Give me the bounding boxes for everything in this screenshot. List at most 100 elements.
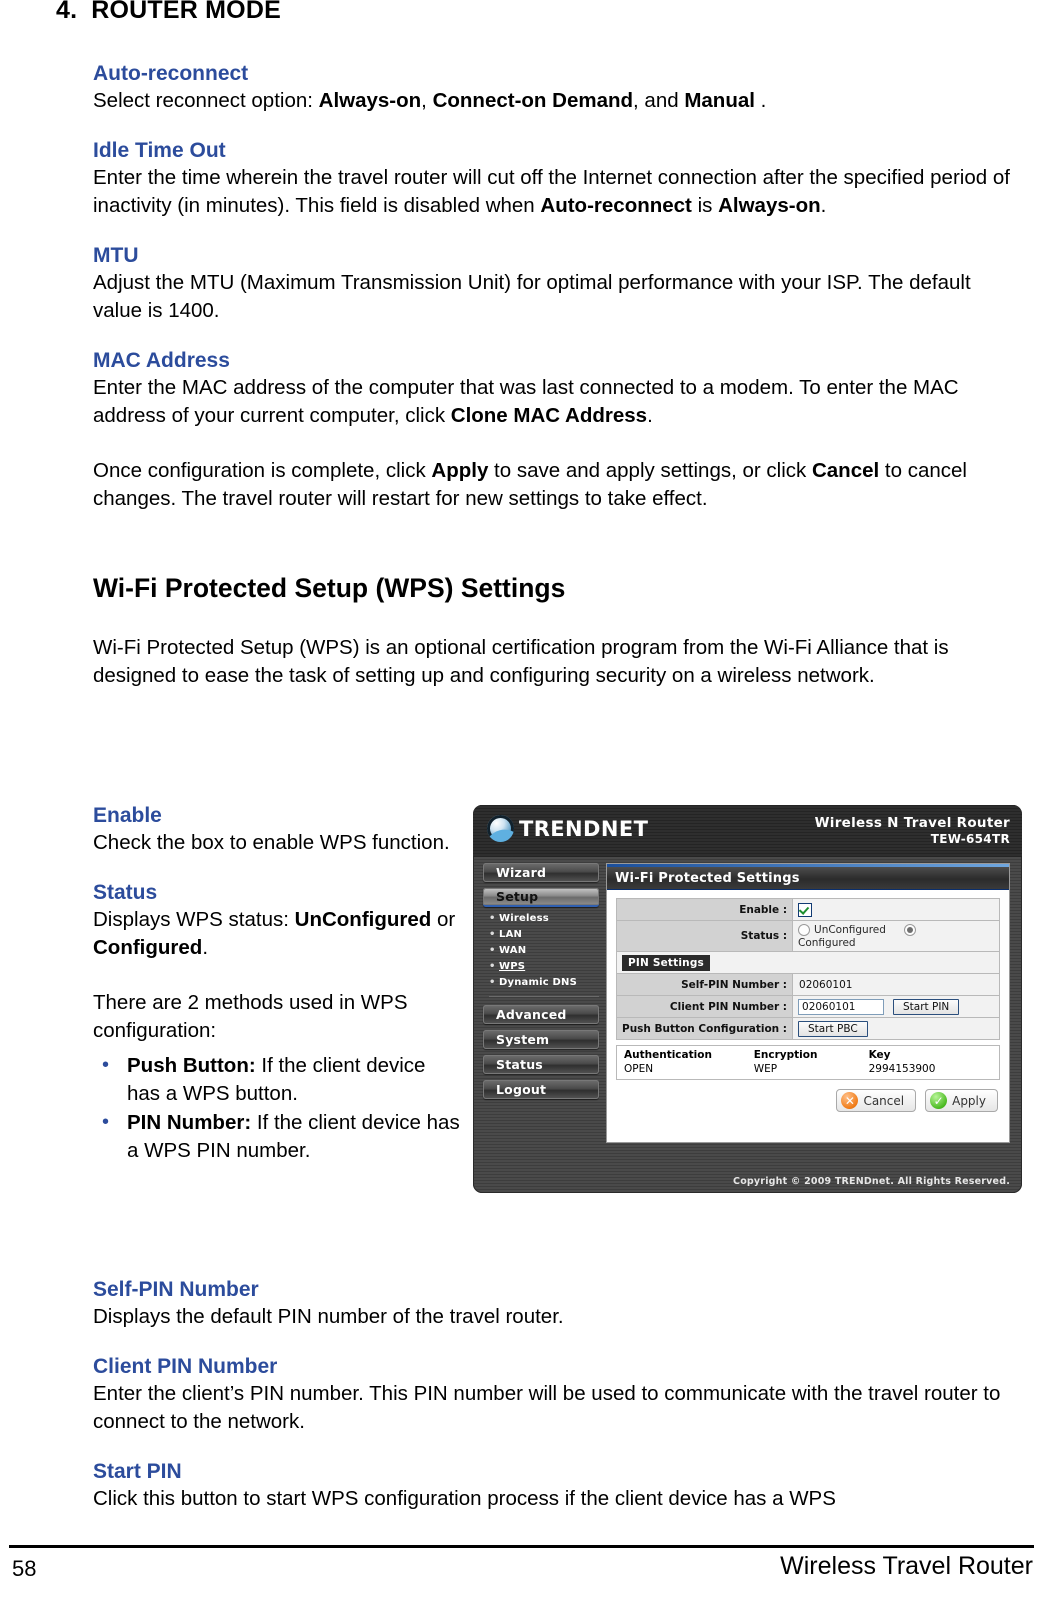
router-ui-screenshot: TRENDNET Wireless N Travel Router TEW-65… — [473, 805, 1022, 1193]
page-number: 58 — [12, 1556, 37, 1581]
apply-button[interactable]: ✓ Apply — [925, 1089, 998, 1112]
self-pin-value: 02060101 — [792, 973, 1000, 996]
enable-cell — [792, 898, 1000, 921]
section-heading-self-pin-number: Self-PIN Number — [93, 1278, 259, 1301]
wps-methods-list: • Push Button: If the client device has a… — [93, 1052, 463, 1166]
security-key-table: Authentication Encryption Key OPEN WEP 2… — [616, 1045, 1000, 1080]
section-heading-status: Status — [93, 880, 158, 904]
section-heading-mac-address: MAC Address — [93, 348, 230, 372]
apply-cancel-paragraph: Once configuration is complete, click Ap… — [93, 458, 967, 511]
section-body-start-pin: Click this button to start WPS configura… — [93, 1486, 836, 1510]
sidebar-item-advanced[interactable]: Advanced — [483, 1005, 599, 1024]
upper-body-column: Auto-reconnect Select reconnect option: … — [93, 60, 1023, 691]
cell-encryption: WEP — [746, 1062, 862, 1080]
status-label: Status : — [615, 920, 794, 952]
table-row: Client PIN Number : 02060101 Start PIN — [615, 995, 1000, 1018]
brand-logo: TRENDNET — [487, 815, 648, 842]
check-circle-icon: ✓ — [930, 1092, 948, 1109]
section-heading-mtu: MTU — [93, 243, 139, 267]
wifi-protected-settings-panel: Wi-Fi Protected Settings Enable : Status… — [606, 863, 1010, 1143]
section-heading-auto-reconnect: Auto-reconnect — [93, 62, 249, 85]
trendnet-globe-icon — [487, 815, 514, 842]
cancel-button-label: Cancel — [863, 1093, 905, 1108]
wps-form-table: Enable : Status : UnConfiguredConfigured — [615, 898, 1000, 1040]
footer-divider — [9, 1545, 1034, 1548]
status-radio-unconfigured-label: UnConfigured — [814, 924, 886, 936]
section-heading-idle-time-out: Idle Time Out — [93, 138, 226, 162]
bullet-icon: • — [102, 1053, 110, 1076]
table-row: Enable : — [615, 898, 1000, 921]
table-row: PIN Settings — [616, 951, 1000, 974]
status-radio-configured[interactable] — [903, 924, 916, 936]
cell-authentication: OPEN — [616, 1062, 747, 1080]
router-ui-sidebar: Wizard Setup Wireless LAN WAN WPS Dynami… — [483, 863, 599, 1105]
sidebar-subitem-wps[interactable]: WPS — [489, 959, 599, 975]
wps-intro-paragraph: Wi-Fi Protected Setup (WPS) is an option… — [93, 635, 949, 688]
product-identity: Wireless N Travel Router TEW-654TR — [815, 815, 1010, 846]
section-heading-enable: Enable — [93, 804, 162, 827]
sidebar-item-label: Wizard — [496, 865, 547, 880]
table-header-row: Authentication Encryption Key — [616, 1045, 1000, 1062]
methods-intro: There are 2 methods used in WPS configur… — [93, 990, 408, 1043]
apply-button-label: Apply — [952, 1093, 986, 1108]
sidebar-item-wizard[interactable]: Wizard — [483, 863, 599, 882]
enable-checkbox[interactable] — [798, 902, 813, 917]
section-body-self-pin-number: Displays the default PIN number of the t… — [93, 1305, 564, 1328]
product-name: Wireless N Travel Router — [814, 815, 1010, 831]
list-item: • PIN Number: If the client device has a … — [93, 1109, 463, 1166]
self-pin-label: Self-PIN Number : — [615, 973, 794, 996]
sidebar-subitem-wireless[interactable]: Wireless — [489, 911, 599, 927]
router-ui-copyright: Copyright © 2009 TRENDnet. All Rights Re… — [733, 1176, 1010, 1187]
wps-settings-title: Wi-Fi Protected Setup (WPS) Settings — [93, 572, 566, 603]
sidebar-subitem-label: WAN — [499, 945, 527, 956]
table-row: Push Button Configuration : Start PBC — [615, 1017, 1000, 1040]
cell-key: 2994153900 — [861, 1062, 1000, 1080]
section-mtu: MTU Adjust the MTU (Maximum Transmission… — [93, 242, 1023, 326]
wps-left-column: Enable Check the box to enable WPS funct… — [93, 802, 463, 1166]
chapter-title-text: ROUTER MODE — [91, 0, 281, 24]
sidebar-item-label: Status — [496, 1057, 543, 1072]
sidebar-subitem-wan[interactable]: WAN — [489, 943, 599, 959]
section-body-client-pin-number: Enter the client’s PIN number. This PIN … — [93, 1381, 1001, 1434]
sidebar-subitem-label: LAN — [499, 929, 523, 940]
sidebar-subitem-dynamic-dns[interactable]: Dynamic DNS — [489, 975, 599, 991]
section-auto-reconnect: Auto-reconnect Select reconnect option: … — [93, 60, 1023, 116]
panel-title: Wi-Fi Protected Settings — [607, 867, 1009, 890]
footer-title: Wireless Travel Router — [780, 1552, 1033, 1580]
status-radio-configured-label: Configured — [798, 937, 856, 949]
section-heading-client-pin-number: Client PIN Number — [93, 1354, 278, 1378]
list-item: • Push Button: If the client device has a… — [93, 1052, 463, 1109]
sidebar-subitem-label: Dynamic DNS — [499, 977, 578, 988]
col-header-authentication: Authentication — [616, 1045, 747, 1062]
section-body-mtu: Adjust the MTU (Maximum Transmission Uni… — [93, 270, 971, 323]
lower-body-column: Self-PIN Number Displays the default PIN… — [93, 1276, 1023, 1513]
sidebar-subnav: Wireless LAN WAN WPS Dynamic DNS — [489, 911, 599, 997]
section-body-enable: Check the box to enable WPS function. — [93, 831, 450, 854]
sidebar-item-label: System — [496, 1032, 550, 1047]
sidebar-item-logout[interactable]: Logout — [483, 1080, 599, 1099]
start-pin-button[interactable]: Start PIN — [893, 998, 960, 1015]
status-radio-unconfigured[interactable] — [798, 924, 811, 936]
section-mac-address: MAC Address Enter the MAC address of the… — [93, 347, 1023, 431]
client-pin-input[interactable]: 02060101 — [798, 998, 885, 1015]
method-term: Push Button: — [127, 1053, 256, 1077]
table-row: Self-PIN Number : 02060101 — [615, 973, 1000, 996]
x-circle-icon: ✕ — [841, 1092, 859, 1109]
chapter-number: 4. — [56, 0, 78, 24]
sidebar-item-system[interactable]: System — [483, 1030, 599, 1049]
client-pin-cell: 02060101 Start PIN — [792, 995, 1000, 1018]
router-ui-header: TRENDNET Wireless N Travel Router TEW-65… — [473, 805, 1022, 857]
method-term: PIN Number: — [127, 1110, 252, 1134]
pin-settings-section-label: PIN Settings — [622, 954, 711, 971]
table-row: Status : UnConfiguredConfigured — [615, 920, 1000, 952]
bullet-icon: • — [102, 1110, 110, 1133]
col-header-encryption: Encryption — [746, 1045, 862, 1062]
sidebar-item-setup[interactable]: Setup — [483, 888, 599, 907]
start-pbc-button[interactable]: Start PBC — [798, 1020, 868, 1037]
cancel-button[interactable]: ✕ Cancel — [836, 1089, 917, 1112]
panel-action-row: ✕ Cancel ✓ Apply — [616, 1089, 1000, 1112]
sidebar-item-label: Advanced — [496, 1007, 567, 1022]
product-model: TEW-654TR — [930, 832, 1010, 846]
sidebar-item-status[interactable]: Status — [483, 1055, 599, 1074]
sidebar-subitem-lan[interactable]: LAN — [489, 927, 599, 943]
